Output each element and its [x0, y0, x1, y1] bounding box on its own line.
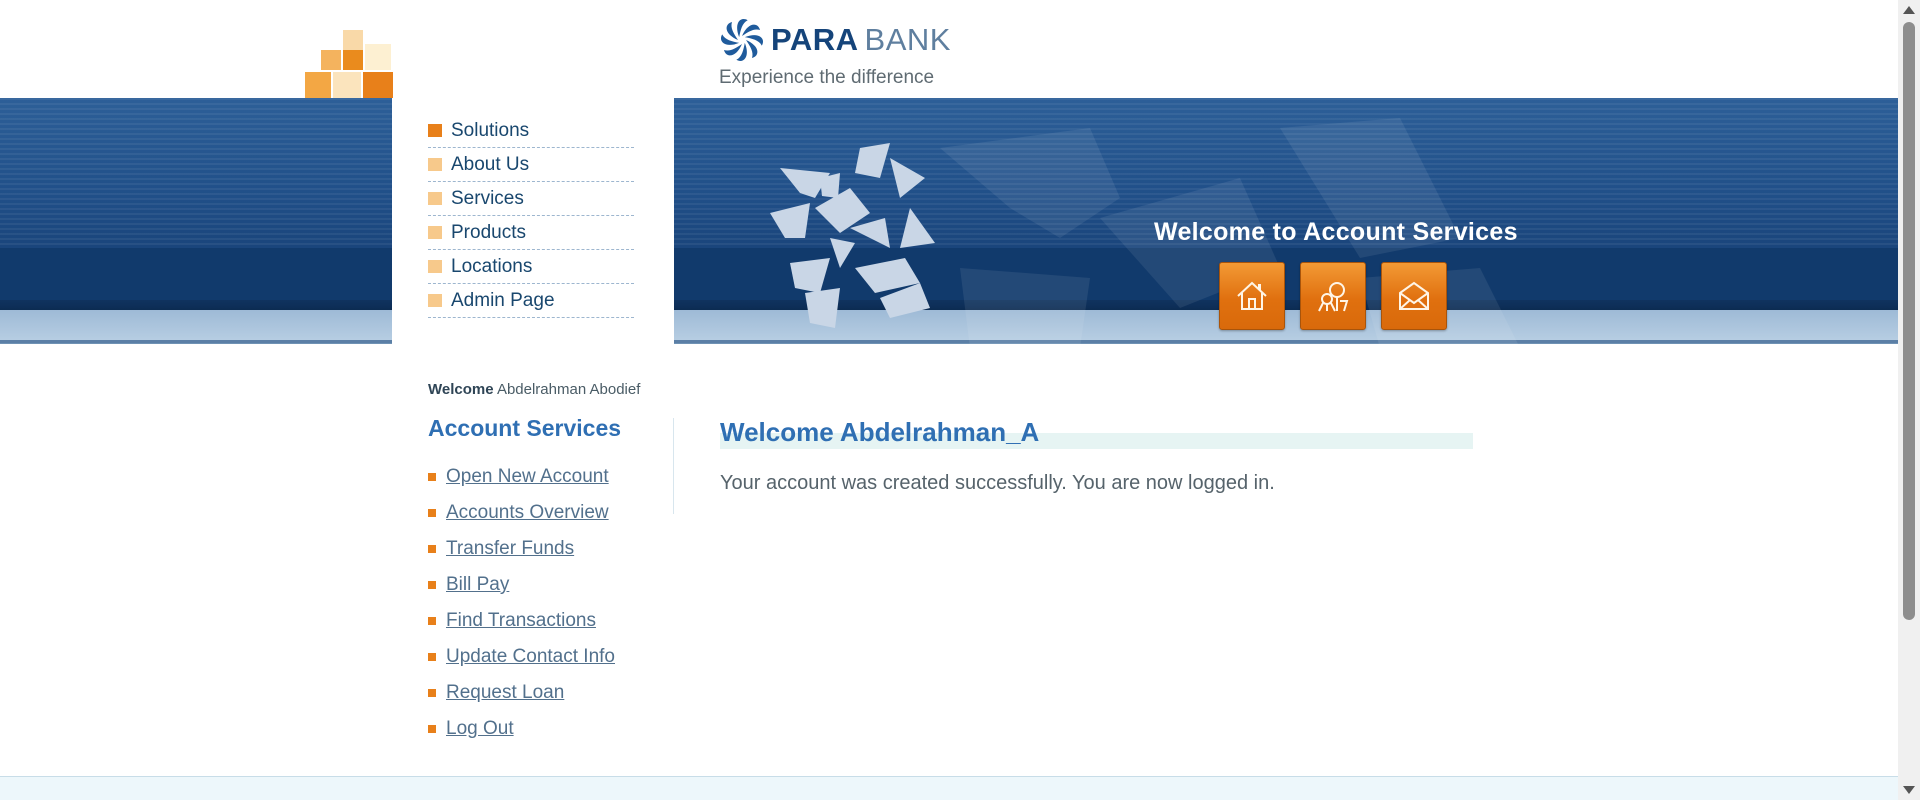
log-out-link[interactable]: Log Out: [446, 718, 514, 740]
list-item: Log Out: [428, 711, 615, 747]
square-bullet-icon: [428, 473, 436, 481]
about-icon: [1318, 282, 1349, 312]
menu-item-admin-page[interactable]: Admin Page: [428, 284, 634, 318]
menu-item-label: About Us: [451, 153, 530, 175]
transfer-funds-link[interactable]: Transfer Funds: [446, 538, 574, 560]
menu-item-products[interactable]: Products: [428, 216, 634, 250]
scroll-down-arrow-icon[interactable]: [1903, 786, 1915, 794]
square-bullet-icon: [428, 260, 442, 273]
list-item: Accounts Overview: [428, 495, 615, 531]
menu-item-label: Products: [451, 221, 526, 243]
vertical-scrollbar[interactable]: [1898, 0, 1920, 800]
column-divider: [673, 418, 674, 514]
account-services-menu: Open New Account Accounts Overview Trans…: [428, 459, 615, 747]
square-bullet-icon: [428, 158, 442, 171]
menu-item-locations[interactable]: Locations: [428, 250, 634, 284]
welcome-label: Welcome: [428, 381, 494, 398]
square-bullet-icon: [428, 581, 436, 589]
tagline: Experience the difference: [719, 67, 935, 88]
list-item: Update Contact Info: [428, 639, 615, 675]
contact-button[interactable]: [1381, 262, 1447, 330]
welcome-user: Welcome Abdelrahman Abodief: [428, 381, 640, 398]
banner-title: Welcome to Account Services: [1154, 218, 1518, 246]
square-bullet-icon: [428, 124, 442, 137]
footer-strip: [0, 776, 1898, 800]
parabank-logo[interactable]: PARA BANK: [718, 16, 951, 64]
square-bullet-icon: [428, 545, 436, 553]
update-contact-info-link[interactable]: Update Contact Info: [446, 646, 615, 668]
list-item: Find Transactions: [428, 603, 615, 639]
menu-item-label: Admin Page: [451, 289, 555, 311]
page-title: Welcome Abdelrahman_A: [720, 417, 1040, 447]
scrollbar-thumb[interactable]: [1903, 22, 1915, 620]
menu-item-label: Services: [451, 187, 524, 209]
logo-bank: BANK: [864, 22, 951, 57]
open-new-account-link[interactable]: Open New Account: [446, 466, 609, 488]
find-transactions-link[interactable]: Find Transactions: [446, 610, 596, 632]
menu-item-about-us[interactable]: About Us: [428, 148, 634, 182]
about-button[interactable]: [1300, 262, 1366, 330]
page: PARA BANK Experience the difference Solu…: [0, 0, 1920, 800]
menu-item-label: Locations: [451, 255, 533, 277]
accounts-overview-link[interactable]: Accounts Overview: [446, 502, 609, 524]
square-bullet-icon: [428, 653, 436, 661]
menu-item-solutions[interactable]: Solutions: [428, 114, 634, 148]
decorative-cubes: [305, 28, 393, 98]
list-item: Request Loan: [428, 675, 615, 711]
list-item: Bill Pay: [428, 567, 615, 603]
success-message: Your account was created successfully. Y…: [720, 472, 1275, 494]
contact-icon: [1399, 281, 1429, 310]
logo-text: PARA BANK: [771, 22, 951, 58]
list-item: Open New Account: [428, 459, 615, 495]
square-bullet-icon: [428, 689, 436, 697]
menu-item-label: Solutions: [451, 119, 530, 141]
header-banner: [0, 98, 1898, 344]
home-icon: [1237, 281, 1267, 310]
square-bullet-icon: [428, 617, 436, 625]
square-bullet-icon: [428, 725, 436, 733]
top-menu: Solutions About Us Services Products Loc…: [428, 114, 634, 318]
square-bullet-icon: [428, 509, 436, 517]
request-loan-link[interactable]: Request Loan: [446, 682, 564, 704]
square-bullet-icon: [428, 226, 442, 239]
pinwheel-logo-icon: [721, 19, 763, 61]
logo-name: PARA: [771, 22, 859, 57]
square-bullet-icon: [428, 192, 442, 205]
scroll-up-arrow-icon[interactable]: [1903, 6, 1915, 14]
home-button[interactable]: [1219, 262, 1285, 330]
list-item: Transfer Funds: [428, 531, 615, 567]
square-bullet-icon: [428, 294, 442, 307]
bill-pay-link[interactable]: Bill Pay: [446, 574, 509, 596]
account-services-title: Account Services: [428, 415, 622, 441]
menu-item-services[interactable]: Services: [428, 182, 634, 216]
user-name: Abdelrahman Abodief: [496, 381, 641, 398]
